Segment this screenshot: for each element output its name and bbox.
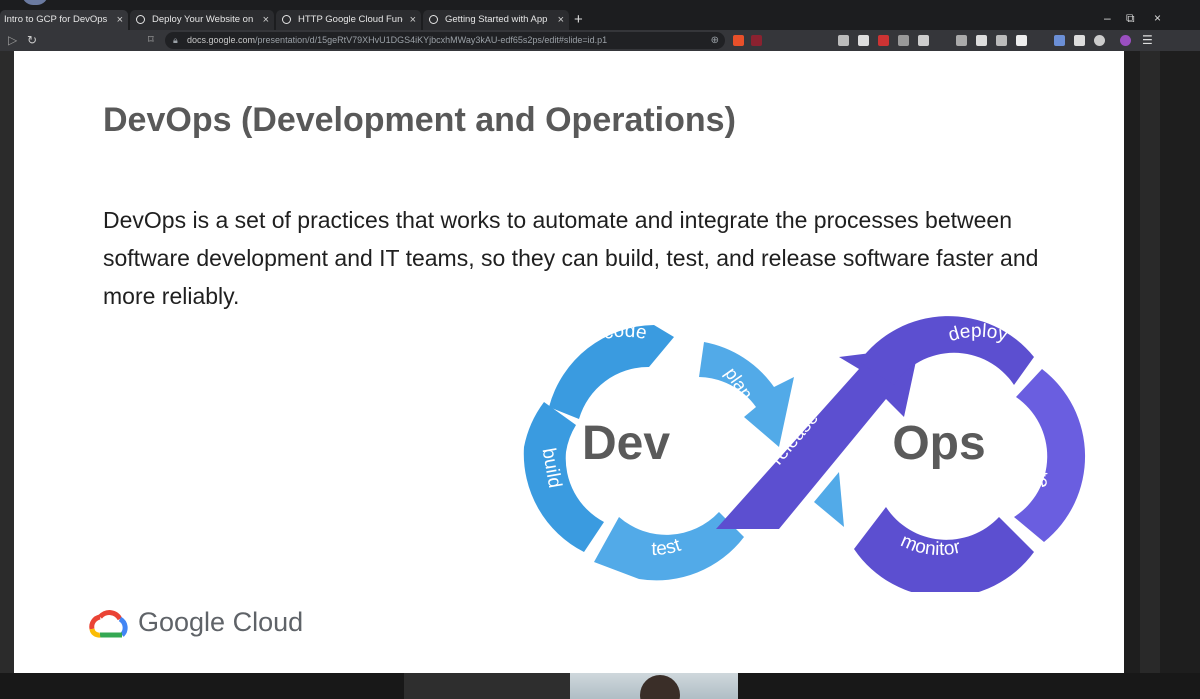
address-bar[interactable]: 🔒︎ docs.google.com/presentation/d/15geRt… — [165, 32, 725, 49]
webcam-thumbnail[interactable] — [570, 673, 738, 699]
google-cloud-wordmark: Google Cloud — [138, 607, 304, 637]
extension-icon[interactable] — [976, 35, 987, 46]
ops-label: Ops — [892, 417, 985, 470]
extension-icon[interactable] — [838, 35, 849, 46]
close-icon[interactable]: × — [117, 10, 123, 30]
close-icon[interactable]: × — [558, 10, 564, 30]
scrollbar[interactable] — [1140, 51, 1160, 673]
extension-icon[interactable] — [918, 35, 929, 46]
google-cloud-logo-icon — [89, 610, 128, 638]
tab-http-functions[interactable]: HTTP Google Cloud Functi × — [276, 10, 421, 30]
maximize-button[interactable]: ⧉ — [1126, 11, 1135, 26]
globe-icon — [429, 15, 438, 24]
globe-icon — [282, 15, 291, 24]
globe-icon — [136, 15, 145, 24]
slide-title: DevOps (Development and Operations) — [103, 101, 736, 139]
close-icon[interactable]: × — [263, 10, 269, 30]
brave-shield-icon[interactable] — [733, 35, 744, 46]
zoom-icon[interactable]: ⊕ — [711, 32, 719, 49]
devops-infinity-diagram: Dev Ops code plan build test release dep… — [523, 316, 1086, 592]
tab-deploy-website[interactable]: Deploy Your Website on C × — [130, 10, 274, 30]
ops-arc-operate — [1014, 369, 1086, 542]
right-panel — [1124, 51, 1200, 673]
tab-getting-started[interactable]: Getting Started with App × — [423, 10, 569, 30]
tab-label: Intro to GCP for DevOps - — [4, 14, 110, 25]
lock-icon: 🔒︎ — [173, 35, 178, 45]
tab-strip: Intro to GCP for DevOps - × Deploy Your … — [0, 0, 1200, 30]
tab-label: HTTP Google Cloud Functi — [298, 14, 403, 25]
slide-body: DevOps is a set of practices that works … — [103, 207, 1039, 309]
extension-icon[interactable] — [898, 35, 909, 46]
extension-icon[interactable] — [1054, 35, 1065, 46]
left-gutter — [0, 51, 14, 673]
minimize-button[interactable]: – — [1104, 11, 1111, 25]
back-icon[interactable]: ▷ — [8, 33, 17, 47]
rewards-icon[interactable] — [751, 35, 762, 46]
bookmark-icon[interactable]: ⌑ — [148, 33, 154, 46]
new-tab-button[interactable]: + — [574, 11, 583, 29]
dev-label: Dev — [582, 417, 670, 470]
close-window-button[interactable]: × — [1154, 11, 1161, 25]
extension-icon[interactable] — [956, 35, 967, 46]
url-path: /presentation/d/15geRtV79XHvU1DGS4iKYjbc… — [255, 35, 608, 45]
tab-intro-gcp[interactable]: Intro to GCP for DevOps - × — [0, 10, 128, 30]
slide: DevOps (Development and Operations) DevO… — [14, 51, 1124, 673]
person-avatar — [640, 675, 680, 699]
video-strip — [404, 673, 570, 699]
menu-icon[interactable]: ☰ — [1142, 33, 1153, 47]
extension-icon[interactable] — [878, 35, 889, 46]
url-host: docs.google.com — [187, 35, 256, 45]
profile-avatar[interactable] — [22, 0, 48, 5]
extension-icon[interactable] — [1074, 35, 1085, 46]
extension-icon[interactable] — [996, 35, 1007, 46]
close-icon[interactable]: × — [410, 10, 416, 30]
extension-icon[interactable] — [858, 35, 869, 46]
browser-toolbar: ▷ ↻ ⌑ 🔒︎ docs.google.com/presentation/d/… — [0, 30, 1200, 51]
profile-icon[interactable] — [1120, 35, 1131, 46]
extension-icon[interactable] — [1094, 35, 1105, 46]
reload-icon[interactable]: ↻ — [27, 33, 37, 47]
stage-code-text: code — [602, 321, 649, 344]
extension-icon[interactable] — [1016, 35, 1027, 46]
tab-label: Deploy Your Website on C — [152, 14, 256, 25]
tab-label: Getting Started with App — [445, 14, 548, 25]
stage-code-label: code — [602, 321, 649, 344]
